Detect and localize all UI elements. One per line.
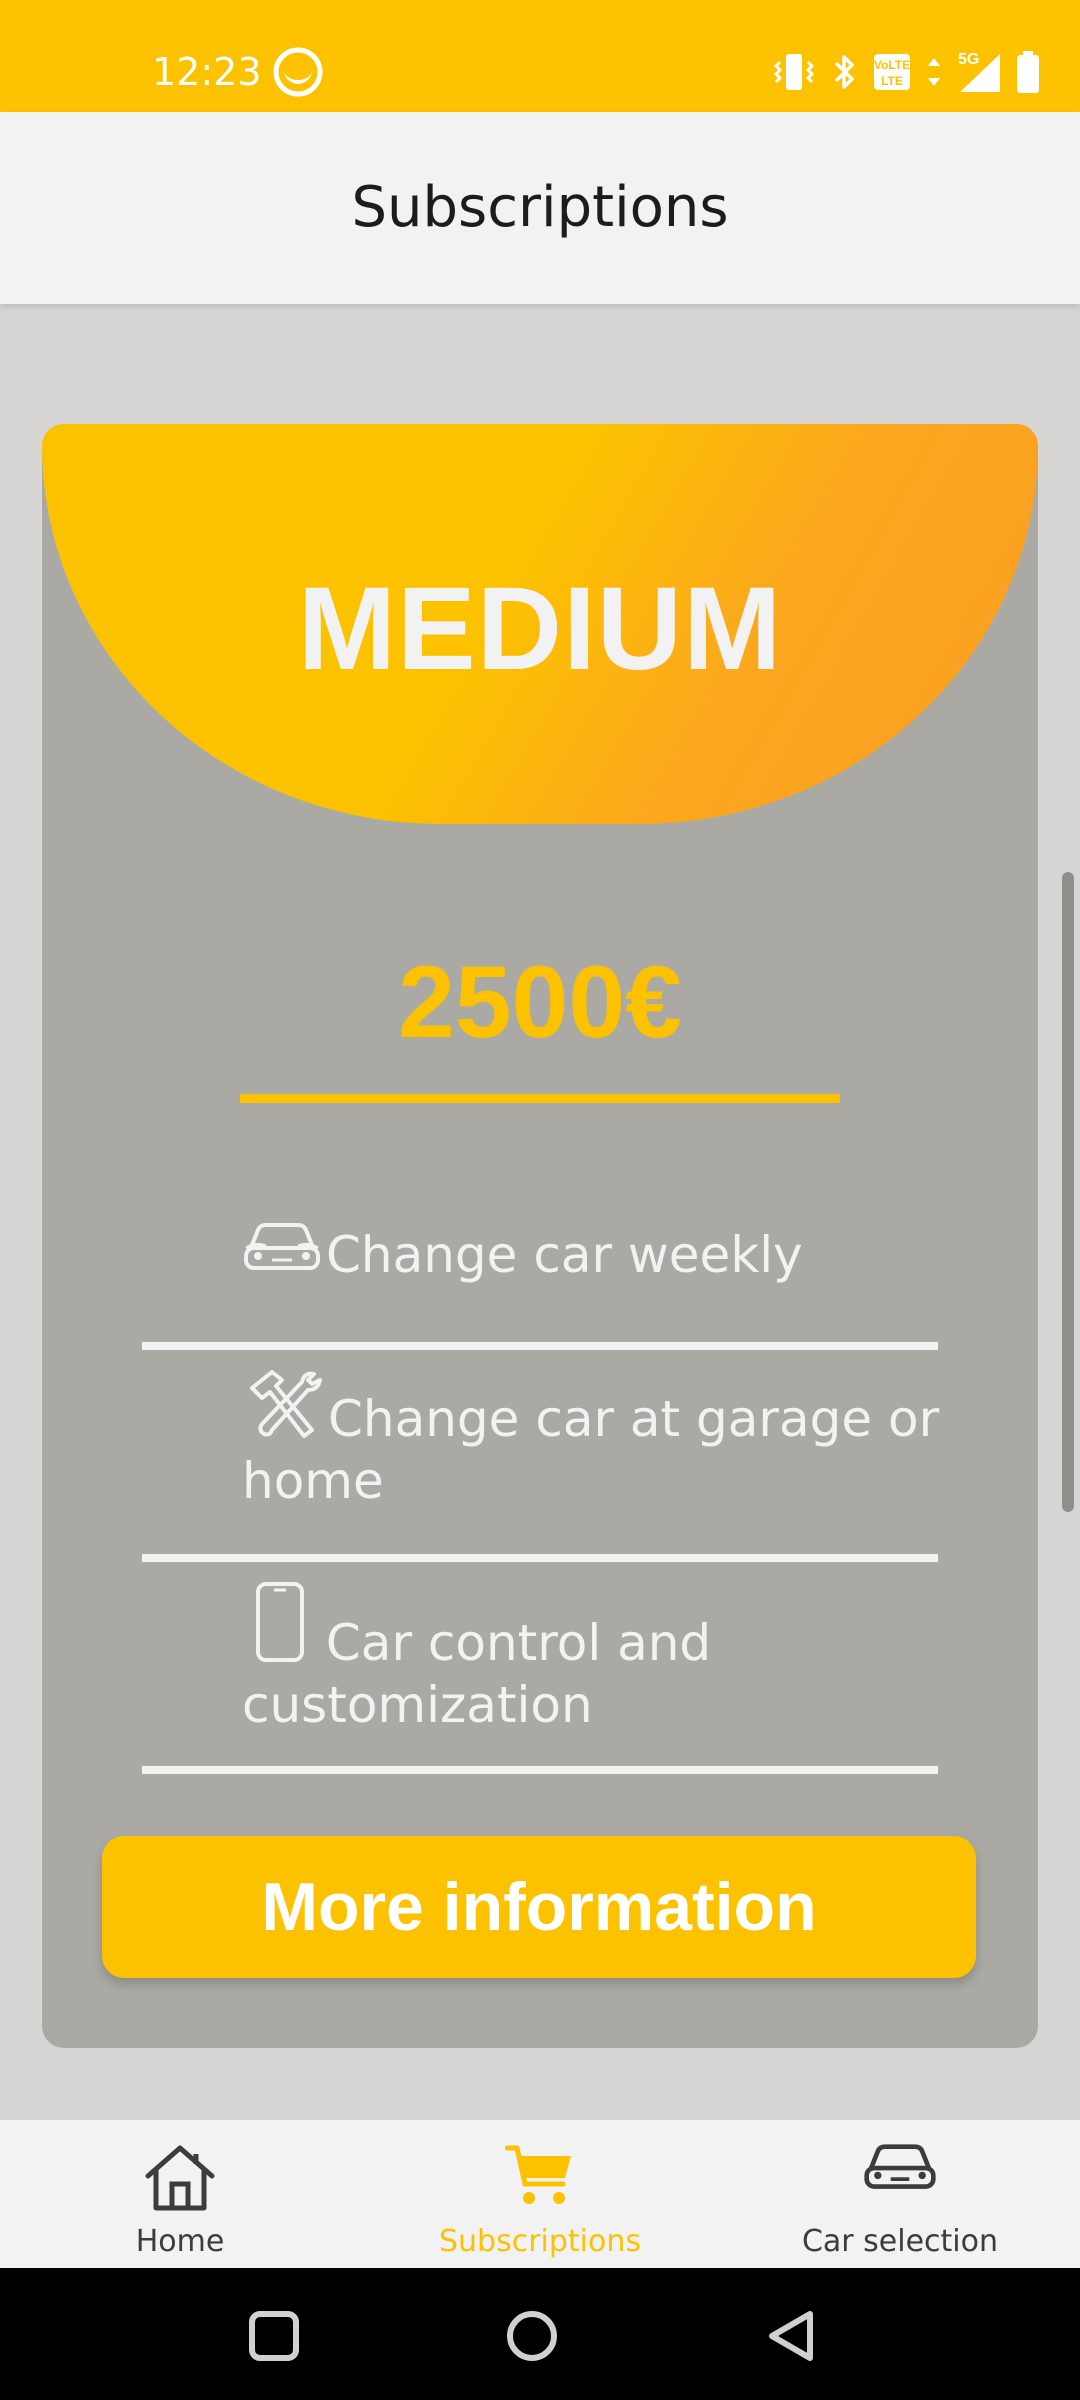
system-nav-bar	[0, 2268, 1080, 2400]
tools-icon	[250, 1370, 322, 1438]
data-arrows-icon	[928, 58, 940, 86]
plan-card: MEDIUM 2500€ Change car weekly Change ca…	[42, 424, 1038, 2048]
page-title: Subscriptions	[351, 175, 729, 240]
svg-text:5G: 5G	[958, 51, 979, 68]
feature-text: Car control and customization	[242, 1614, 712, 1734]
car-icon	[864, 2144, 936, 2189]
nav-label: Subscriptions	[438, 2224, 642, 2259]
signal-5g-icon: 5G	[958, 51, 1000, 92]
plan-name: MEDIUM	[297, 563, 783, 695]
cart-icon	[505, 2145, 571, 2204]
feature-text: Change car weekly	[326, 1226, 803, 1284]
volte-icon: VoLTE LTE	[874, 54, 910, 90]
divider	[142, 1554, 938, 1562]
status-bar: 12:23 VoLTE LTE 5G	[0, 0, 1080, 112]
scrollbar[interactable]	[1062, 872, 1074, 1512]
feature-item: Change car at garage or home	[242, 1368, 942, 1512]
feature-item: Car control and customization	[242, 1580, 942, 1736]
status-icons: VoLTE LTE 5G	[772, 44, 1040, 100]
home-icon	[145, 2145, 215, 2211]
bluetooth-icon	[834, 55, 854, 89]
face-icon	[273, 47, 323, 97]
nav-item-home[interactable]: Home	[0, 2120, 360, 2268]
more-information-button[interactable]: More information	[102, 1836, 976, 1978]
recents-square-icon[interactable]	[246, 2308, 302, 2364]
nav-item-subscriptions[interactable]: Subscriptions	[360, 2120, 720, 2268]
nav-label: Home	[135, 2224, 225, 2259]
vibrate-icon	[773, 54, 815, 90]
feature-item: Change car weekly	[242, 1220, 942, 1286]
nav-label: Car selection	[801, 2224, 999, 2259]
bottom-nav: Home Subscriptions Car selection	[0, 2120, 1080, 2268]
svg-text:LTE: LTE	[881, 74, 903, 88]
price-underline	[240, 1094, 840, 1103]
phone-icon	[256, 1582, 304, 1662]
feature-text: Change car at garage or home	[242, 1390, 940, 1510]
divider	[142, 1342, 938, 1350]
status-time: 12:23	[152, 50, 262, 94]
back-triangle-icon[interactable]	[764, 2308, 820, 2364]
home-circle-icon[interactable]	[504, 2308, 560, 2364]
plan-price: 2500€	[398, 945, 682, 1059]
battery-icon	[1017, 51, 1039, 93]
nav-item-car-selection[interactable]: Car selection	[720, 2120, 1080, 2268]
svg-text:VoLTE: VoLTE	[874, 58, 910, 72]
divider	[142, 1766, 938, 1774]
app-header: Subscriptions	[0, 112, 1080, 304]
car-icon	[244, 1223, 320, 1270]
